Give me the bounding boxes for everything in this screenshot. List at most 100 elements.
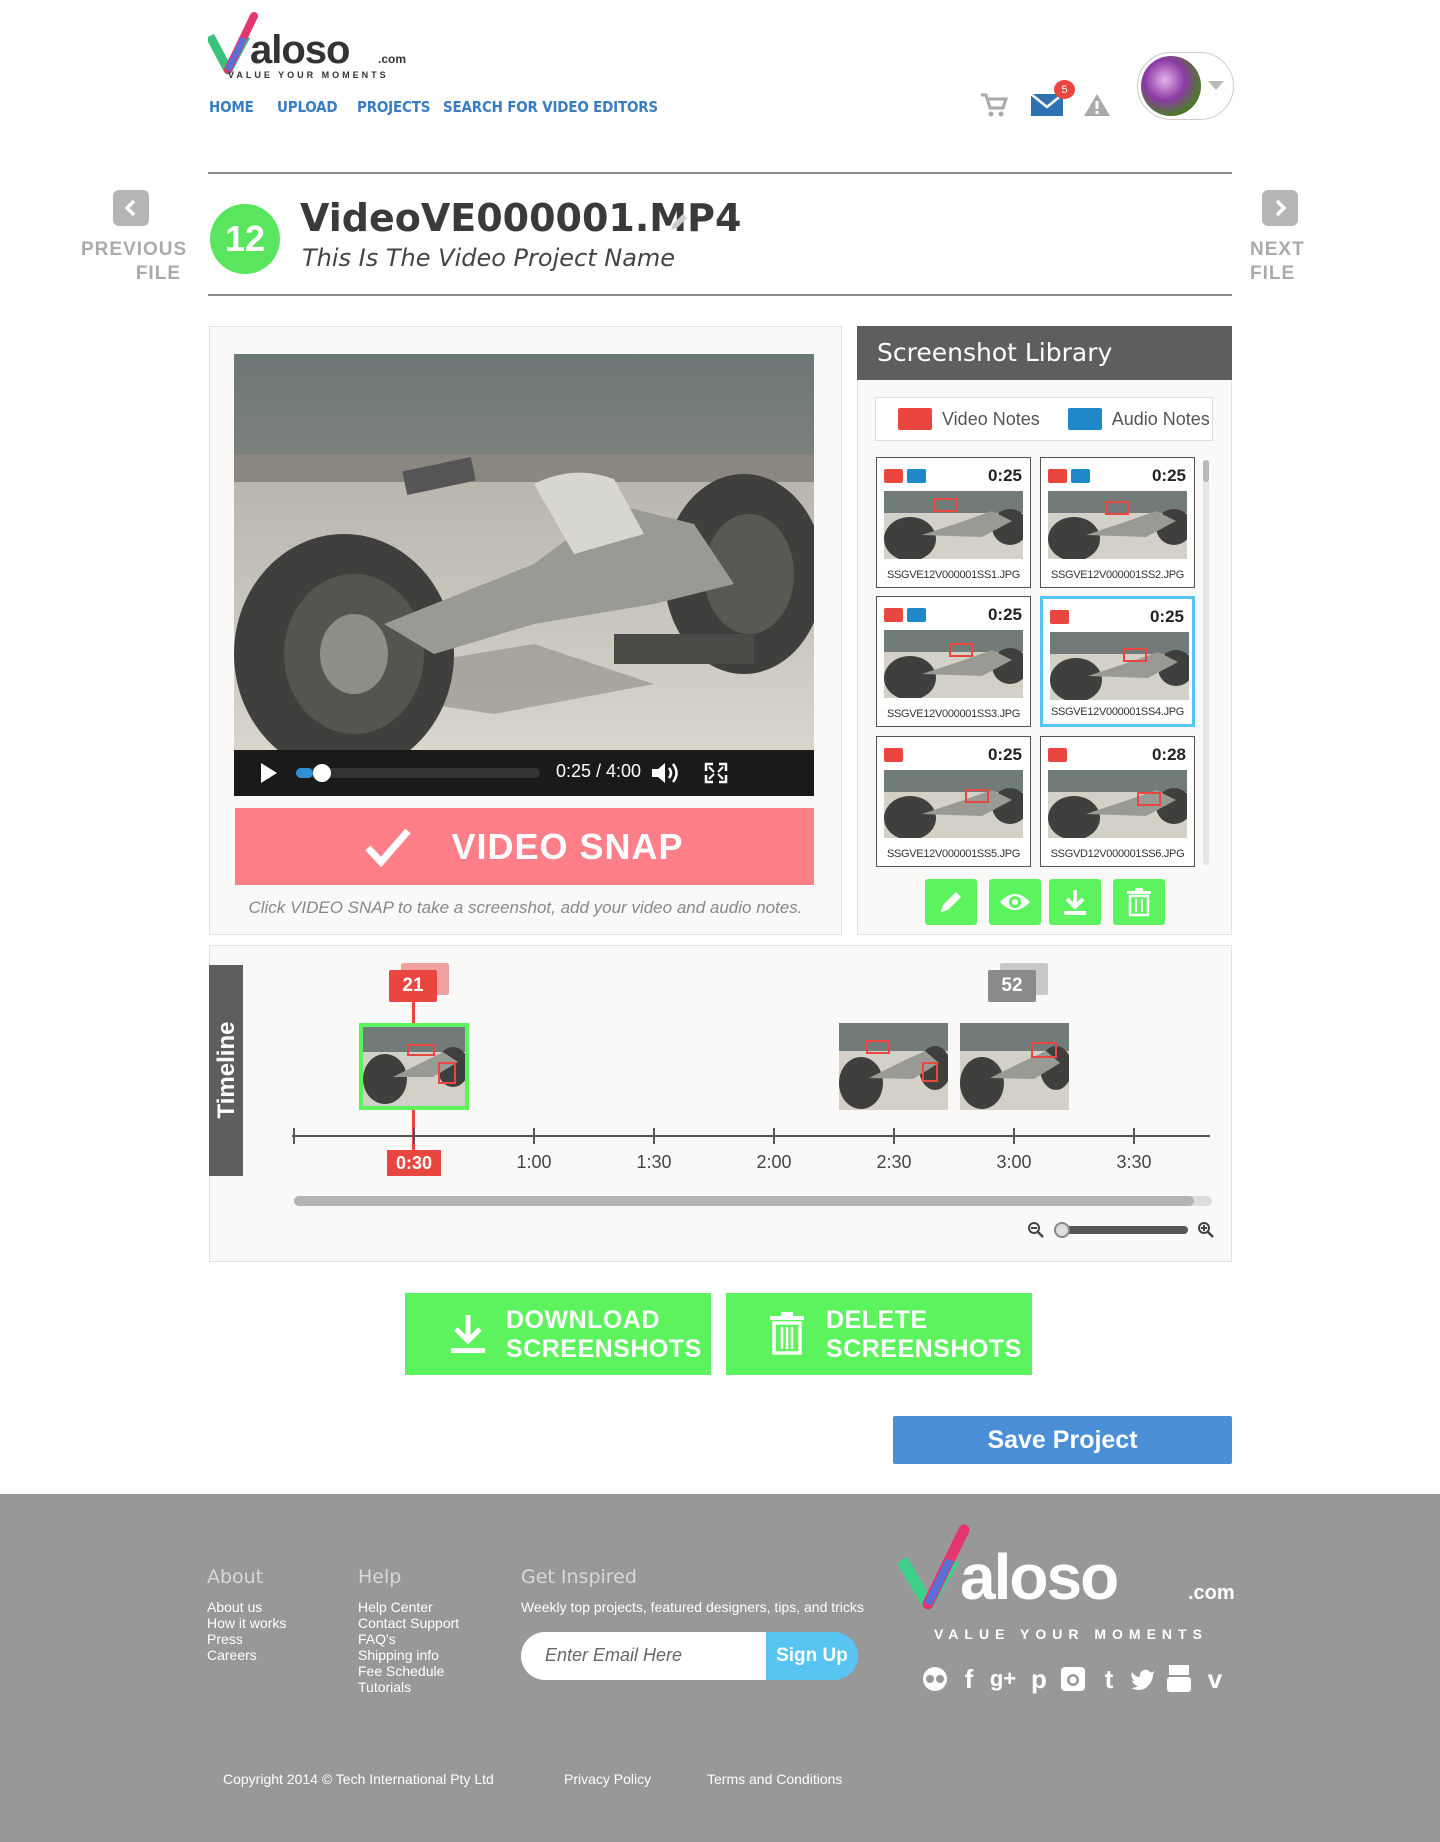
footer-logo-tld: .com: [1188, 1582, 1235, 1604]
next-file-label: NEXT FILE: [1250, 239, 1305, 284]
screenshot-image: [1048, 770, 1187, 838]
vimeo-icon[interactable]: v: [1202, 1664, 1228, 1694]
screenshot-thumb[interactable]: 0:25 SSGVE12V000001SS4.JPG: [1040, 596, 1195, 727]
footer-help-links: Help Center Contact Support FAQ's Shippi…: [358, 1599, 459, 1695]
valoso-logo[interactable]: aloso .com VALUE YOUR MOMENTS: [206, 8, 408, 80]
footer-link-press[interactable]: Press: [207, 1631, 286, 1647]
trash-icon: [770, 1312, 804, 1355]
footer-link-about-us[interactable]: About us: [207, 1599, 286, 1615]
marker-count-grey[interactable]: 52: [988, 970, 1036, 1002]
footer-link-faqs[interactable]: FAQ's: [358, 1631, 459, 1647]
eye-icon: [1000, 894, 1030, 910]
account-menu[interactable]: [1137, 52, 1234, 120]
google-plus-icon[interactable]: g+: [990, 1666, 1016, 1692]
screenshot-image: [1050, 632, 1189, 700]
timeline-scroll-thumb[interactable]: [294, 1196, 1194, 1206]
previous-file-label: PREVIOUS FILE: [81, 239, 188, 284]
chevron-right-icon: [1262, 190, 1298, 226]
previous-file-button[interactable]: PREVIOUS FILE: [76, 190, 186, 286]
view-button[interactable]: [989, 879, 1041, 925]
terms-link[interactable]: Terms and Conditions: [707, 1771, 842, 1787]
timeline-axis: [292, 1135, 1210, 1137]
facebook-icon[interactable]: f: [956, 1664, 982, 1694]
timeline-label: Timeline: [213, 1021, 240, 1119]
delete-button[interactable]: [1113, 879, 1165, 925]
timeline-tick: [1013, 1128, 1015, 1144]
zoom-slider-handle[interactable]: [1054, 1222, 1070, 1238]
screenshot-time: 0:28: [1151, 745, 1186, 764]
audio-notes-swatch: [1067, 408, 1102, 430]
screenshot-thumb[interactable]: 0:25 SSGVE12V000001SS5.JPG: [876, 736, 1031, 867]
edit-button[interactable]: [925, 879, 977, 925]
download-button[interactable]: [1049, 879, 1101, 925]
footer-link-help-center[interactable]: Help Center: [358, 1599, 459, 1615]
chevron-left-icon: [113, 190, 149, 226]
privacy-policy-link[interactable]: Privacy Policy: [564, 1771, 651, 1787]
screenshot-image: [884, 491, 1023, 559]
timeline-tick-label: 3:30: [1116, 1152, 1152, 1172]
newsletter-email-input[interactable]: Enter Email Here: [521, 1632, 766, 1680]
download-screenshots-line1: DOWNLOAD: [506, 1306, 660, 1334]
timeline-current-time[interactable]: 0:30: [387, 1150, 441, 1176]
nav-home[interactable]: HOME: [209, 98, 254, 116]
timeline-tick: [773, 1128, 775, 1144]
footer-link-shipping-info[interactable]: Shipping info: [358, 1647, 459, 1663]
screenshot-filename: SSGVE12V000001SS4.JPG: [1050, 706, 1185, 718]
snap-hint: Click VIDEO SNAP to take a screenshot, a…: [248, 898, 803, 917]
screenshot-thumb[interactable]: 0:25 SSGVE12V000001SS2.JPG: [1040, 457, 1195, 588]
download-screenshots-button[interactable]: DOWNLOAD SCREENSHOTS: [405, 1293, 711, 1375]
delete-screenshots-line1: DELETE: [826, 1306, 928, 1334]
footer-inspired-title: Get Inspired: [521, 1566, 637, 1588]
screenshot-thumb[interactable]: 0:25 SSGVE12V000001SS3.JPG: [876, 596, 1031, 727]
flickr-icon[interactable]: [922, 1666, 948, 1692]
footer-inspired-text: Weekly top projects, featured designers,…: [521, 1599, 864, 1615]
tumblr-icon[interactable]: t: [1096, 1664, 1122, 1694]
timeline-thumb-selected[interactable]: [359, 1023, 469, 1110]
footer-link-how-it-works[interactable]: How it works: [207, 1615, 286, 1631]
video-snap-button[interactable]: VIDEO SNAP: [235, 808, 814, 885]
video-notes-swatch: [898, 408, 932, 430]
timeline-tick: [1133, 1128, 1135, 1144]
youtube-icon[interactable]: [1166, 1665, 1192, 1692]
timeline-scrollbar[interactable]: [294, 1196, 1212, 1206]
library-scrollbar[interactable]: [1203, 460, 1209, 865]
twitter-icon[interactable]: [1130, 1666, 1156, 1692]
timeline-thumb[interactable]: [960, 1023, 1069, 1110]
screenshot-time: 0:25: [987, 466, 1022, 485]
timeline-tab[interactable]: Timeline: [209, 965, 243, 1176]
pinterest-icon[interactable]: p: [1026, 1664, 1052, 1694]
cart-icon[interactable]: [980, 92, 1009, 123]
timeline-tick-label: 3:00: [996, 1152, 1032, 1172]
video-frame[interactable]: [234, 354, 814, 796]
timeline-tick-label: 2:00: [756, 1152, 792, 1172]
progress-bar[interactable]: [296, 764, 540, 782]
screenshot-image: [1048, 491, 1187, 559]
save-project-button[interactable]: Save Project: [893, 1416, 1232, 1464]
footer-link-fee-schedule[interactable]: Fee Schedule: [358, 1663, 459, 1679]
screenshot-thumb[interactable]: 0:28 SSGVD12V000001SS6.JPG: [1040, 736, 1195, 867]
zoom-in-icon[interactable]: [1197, 1221, 1215, 1244]
fullscreen-icon[interactable]: [704, 762, 728, 789]
zoom-out-icon[interactable]: [1027, 1221, 1045, 1244]
video-notes-label: Video Notes: [942, 408, 1040, 429]
nav-search-editors[interactable]: SEARCH FOR VIDEO EDITORS: [443, 98, 658, 116]
alert-icon[interactable]: [1083, 92, 1111, 123]
volume-icon[interactable]: [650, 760, 680, 791]
progress-handle[interactable]: [313, 764, 332, 782]
screenshot-thumb[interactable]: 0:25 SSGVE12V000001SS1.JPG: [876, 457, 1031, 588]
delete-screenshots-button[interactable]: DELETE SCREENSHOTS: [726, 1293, 1032, 1375]
pencil-icon[interactable]: [668, 211, 690, 238]
nav-upload[interactable]: UPLOAD: [277, 98, 338, 116]
download-icon: [451, 1315, 485, 1353]
newsletter-signup-button[interactable]: Sign Up: [766, 1632, 858, 1680]
next-file-button[interactable]: NEXT FILE: [1225, 190, 1335, 286]
footer-link-tutorials[interactable]: Tutorials: [358, 1679, 459, 1695]
footer-link-careers[interactable]: Careers: [207, 1647, 286, 1663]
marker-count-red[interactable]: 21: [389, 970, 437, 1002]
nav-projects[interactable]: PROJECTS: [357, 98, 430, 116]
instagram-icon[interactable]: [1060, 1666, 1086, 1692]
play-icon[interactable]: [260, 762, 278, 789]
timeline-thumb[interactable]: [839, 1023, 948, 1110]
footer-link-contact-support[interactable]: Contact Support: [358, 1615, 459, 1631]
zoom-slider[interactable]: [1054, 1222, 1188, 1238]
